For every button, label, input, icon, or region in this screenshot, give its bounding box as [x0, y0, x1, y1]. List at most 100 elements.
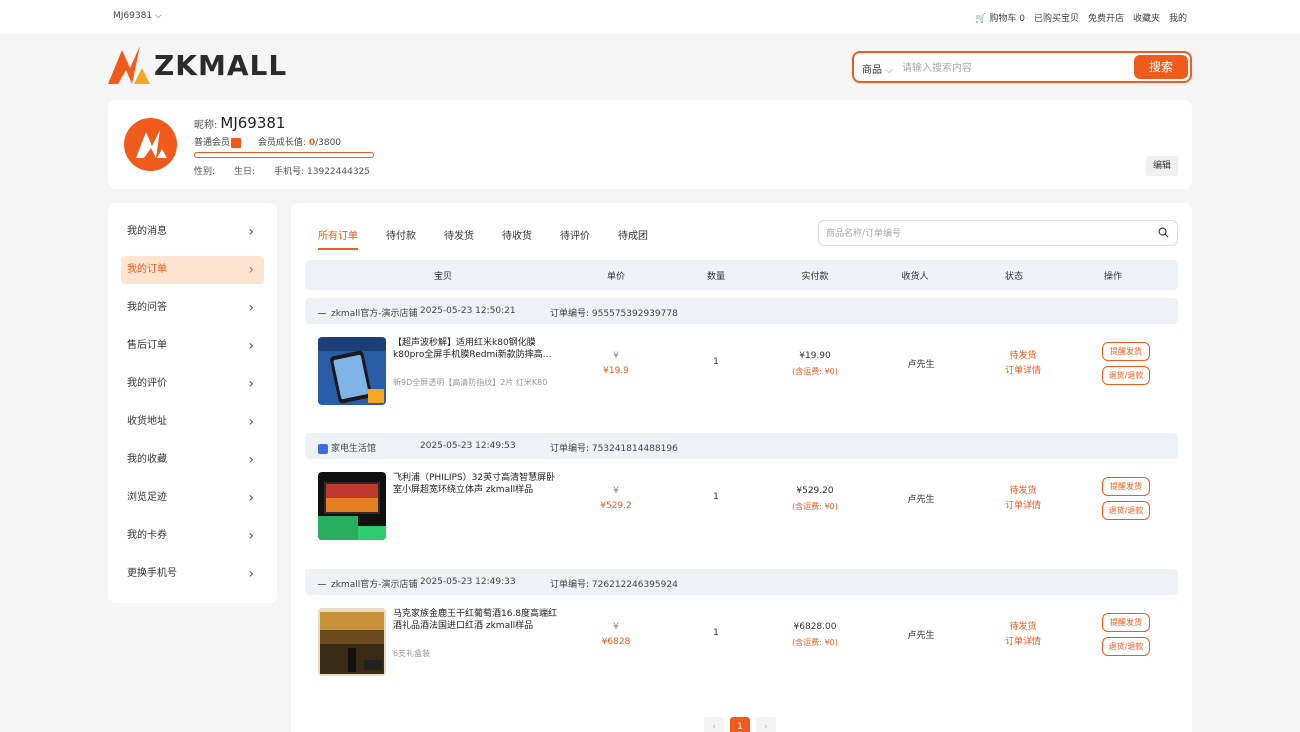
order-detail-link[interactable]: 订单详情: [1005, 364, 1041, 379]
order-detail-link[interactable]: 订单详情: [1005, 499, 1041, 514]
top-utility-bar: MJ69381 ⌵ 🛒 购物车 0 已购买宝贝 免费开店 收藏夹 我的: [0, 0, 1300, 34]
column-header-item: 宝贝: [433, 272, 453, 282]
account-sidebar: 我的消息 › 我的订单 › 我的问答 › 售后订单 › 我的评价 › 收货地址 › 我的收藏…: [108, 203, 277, 603]
search-button[interactable]: 搜索: [1134, 55, 1188, 79]
order-header: zkmall官方-演示店铺 2025-05-23 12:50:21 订单编号: …: [305, 298, 1178, 324]
tab-all-orders[interactable]: 所有订单: [318, 227, 358, 250]
shop-name[interactable]: zkmall官方-演示店铺: [318, 577, 417, 590]
chevron-down-icon: ⌵: [154, 11, 162, 21]
sidebar-item-messages[interactable]: 我的消息 ›: [121, 218, 264, 246]
chevron-right-icon: ›: [248, 452, 254, 468]
chevron-down-icon: ⌵: [885, 65, 893, 76]
column-header-quantity: 数量: [706, 272, 726, 282]
chevron-right-icon: ›: [248, 528, 254, 544]
unit-price: ¥ ¥529.2: [600, 486, 632, 511]
order-number: 订单编号: 955575392939778: [550, 309, 678, 319]
search-input[interactable]: [902, 59, 1122, 77]
orders-table-header: 宝贝 单价 数量 实付款 收货人 状态 操作: [305, 260, 1178, 290]
page-number-button[interactable]: 1: [730, 717, 750, 732]
tab-pending-payment[interactable]: 待付款: [386, 227, 416, 250]
chevron-right-icon: ›: [248, 262, 254, 278]
dash-icon: [318, 584, 326, 585]
chevron-right-icon: ›: [248, 224, 254, 240]
sidebar-item-after-sales[interactable]: 售后订单 ›: [121, 332, 264, 360]
tab-pending-review[interactable]: 待评价: [560, 227, 590, 250]
next-page-button[interactable]: ›: [756, 717, 776, 732]
member-level-row: 普通会员 会员成长值: 0/3800: [194, 135, 341, 148]
sidebar-item-coupons[interactable]: 我的卡券 ›: [121, 522, 264, 550]
edit-level-icon[interactable]: [231, 137, 242, 148]
order-status: 待发货 订单详情: [1005, 484, 1041, 514]
search-category-select[interactable]: 商品 ⌵: [862, 61, 893, 76]
product-image[interactable]: [318, 472, 386, 540]
order-header: 家电生活馆 2025-05-23 12:49:53 订单编号: 75324181…: [305, 433, 1178, 459]
favorites-link[interactable]: 收藏夹: [1133, 11, 1160, 24]
product-name[interactable]: 飞利浦（PHILIPS）32英寸高清智慧屏卧室小屏超宽环绕立体声 zkmall样…: [393, 472, 563, 496]
edit-profile-button[interactable]: 编辑: [1146, 156, 1178, 176]
open-shop-link[interactable]: 免费开店: [1088, 11, 1124, 24]
product-image[interactable]: [318, 608, 386, 676]
cart-link[interactable]: 🛒 购物车 0: [975, 11, 1025, 24]
avatar: [124, 118, 177, 171]
order-card: 家电生活馆 2025-05-23 12:49:53 订单编号: 75324181…: [305, 433, 1178, 559]
search-icon[interactable]: [1158, 227, 1169, 238]
paid-amount: ¥19.90 (含运费: ¥0): [792, 351, 838, 376]
remind-shipment-button[interactable]: 提醒发货: [1102, 342, 1150, 361]
chevron-right-icon: ›: [248, 376, 254, 392]
sidebar-item-orders[interactable]: 我的订单 ›: [121, 256, 264, 284]
chevron-right-icon: ›: [248, 566, 254, 582]
order-time: 2025-05-23 12:50:21: [420, 306, 516, 316]
product-spec: 6支礼盒装: [393, 649, 431, 658]
order-detail-link[interactable]: 订单详情: [1005, 635, 1041, 650]
remind-shipment-button[interactable]: 提醒发货: [1102, 477, 1150, 496]
cart-icon: 🛒: [975, 14, 987, 24]
product-image[interactable]: [318, 337, 386, 405]
prev-page-button[interactable]: ‹: [704, 717, 724, 732]
order-search-input[interactable]: [826, 226, 1126, 241]
chevron-right-icon: ›: [248, 414, 254, 430]
mine-link[interactable]: 我的: [1169, 11, 1187, 24]
refund-button[interactable]: 退货/退款: [1102, 501, 1150, 520]
sidebar-item-qa[interactable]: 我的问答 ›: [121, 294, 264, 322]
tab-pending-receipt[interactable]: 待收货: [502, 227, 532, 250]
tab-pending-group[interactable]: 待成团: [618, 227, 648, 250]
site-logo[interactable]: ZKMALL: [108, 46, 287, 84]
order-status: 待发货 订单详情: [1005, 349, 1041, 379]
bought-items-link[interactable]: 已购买宝贝: [1034, 11, 1079, 24]
wine-product-image: [318, 608, 386, 676]
unit-price: ¥ ¥6828: [601, 622, 631, 647]
product-spec: 新9D全屏透明【高清防指纹】2片 红米K80: [393, 378, 548, 387]
order-row: 马克家族金鹿王干红葡萄酒16.8度高端红酒礼品酒法国进口红酒 zkmall样品 …: [305, 595, 1178, 695]
column-header-status: 状态: [1004, 272, 1024, 282]
order-status: 待发货 订单详情: [1005, 620, 1041, 650]
tab-pending-shipment[interactable]: 待发货: [444, 227, 474, 250]
product-name[interactable]: 【超声波秒解】适用红米k80钢化膜k80pro全屏手机膜Redmi新款防摔高..…: [393, 337, 563, 361]
product-name[interactable]: 马克家族金鹿王干红葡萄酒16.8度高端红酒礼品酒法国进口红酒 zkmall样品: [393, 608, 563, 632]
remind-shipment-button[interactable]: 提醒发货: [1102, 613, 1150, 632]
dash-icon: [318, 313, 326, 314]
phone-screen-protector-image: [318, 337, 386, 405]
sidebar-item-addresses[interactable]: 收货地址 ›: [121, 408, 264, 436]
order-number: 订单编号: 726212246395924: [550, 580, 678, 590]
unit-price: ¥ ¥19.9: [603, 351, 629, 376]
sidebar-item-history[interactable]: 浏览足迹 ›: [121, 484, 264, 512]
gender-label: 性别:: [194, 167, 216, 177]
receiver: 卢先生: [907, 495, 935, 505]
order-number: 订单编号: 753241814488196: [550, 444, 678, 454]
shop-name[interactable]: zkmall官方-演示店铺: [318, 306, 417, 319]
sidebar-item-reviews[interactable]: 我的评价 ›: [121, 370, 264, 398]
status-text: 待发货: [1009, 351, 1037, 361]
profile-info-row: 性别: 生日: 手机号: 13922444325: [194, 164, 370, 177]
refund-button[interactable]: 退货/退款: [1102, 366, 1150, 385]
profile-card: 昵称: MJ69381 普通会员 会员成长值: 0/3800 性别: 生日: 手机…: [108, 100, 1192, 189]
nickname-value: MJ69381: [220, 114, 286, 132]
shop-name[interactable]: 家电生活馆: [318, 441, 376, 454]
user-menu[interactable]: MJ69381 ⌵: [113, 11, 162, 21]
sidebar-item-favorites[interactable]: 我的收藏 ›: [121, 446, 264, 474]
phone: 手机号: 13922444325: [274, 167, 371, 177]
refund-button[interactable]: 退货/退款: [1102, 637, 1150, 656]
order-tabs: 所有订单 待付款 待发货 待收货 待评价 待成团: [318, 227, 648, 250]
growth-value: 会员成长值: 0/3800: [257, 138, 342, 148]
sidebar-item-change-phone[interactable]: 更换手机号 ›: [121, 560, 264, 588]
nickname: 昵称: MJ69381: [194, 114, 286, 132]
